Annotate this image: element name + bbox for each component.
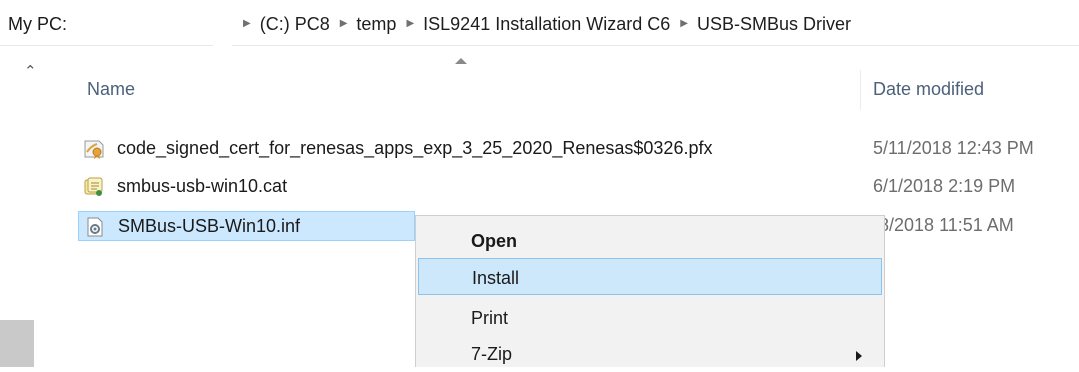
file-name: SMBus-USB-Win10.inf bbox=[118, 216, 301, 236]
submenu-arrow-icon bbox=[856, 351, 862, 361]
menu-item-label: Print bbox=[471, 308, 509, 328]
setup-information-icon bbox=[87, 217, 103, 237]
sort-ascending-icon bbox=[455, 58, 467, 64]
chevron-right-icon[interactable]: ▶ bbox=[243, 18, 251, 29]
column-header-name[interactable]: Name bbox=[87, 79, 135, 100]
security-catalog-icon bbox=[84, 177, 103, 196]
chevron-right-icon[interactable]: ▶ bbox=[680, 18, 688, 29]
divider bbox=[232, 45, 1079, 46]
menu-item-label: Install bbox=[472, 268, 520, 288]
context-menu: Open Install Print 7-Zip bbox=[415, 215, 885, 367]
breadcrumb-item-temp[interactable]: temp bbox=[356, 14, 396, 35]
chevron-right-icon[interactable]: ▶ bbox=[340, 18, 348, 29]
file-row-selected[interactable]: SMBus-USB-Win10.inf bbox=[78, 211, 415, 241]
address-bar: My PC: ▶ (C:) PC8 ▶ temp ▶ ISL9241 Insta… bbox=[0, 0, 1079, 56]
breadcrumb-item-driver[interactable]: USB-SMBus Driver bbox=[697, 14, 851, 35]
breadcrumb: ▶ (C:) PC8 ▶ temp ▶ ISL9241 Installation… bbox=[243, 14, 851, 35]
divider bbox=[0, 45, 213, 46]
scrollbar-thumb[interactable] bbox=[0, 320, 34, 367]
chevron-up-icon[interactable]: ⌃ bbox=[24, 62, 37, 80]
menu-item-label: 7-Zip bbox=[471, 344, 513, 364]
root-location-label[interactable]: My PC: bbox=[8, 14, 67, 35]
file-name: smbus-usb-win10.cat bbox=[117, 176, 288, 196]
file-row[interactable]: smbus-usb-win10.cat 6/1/2018 2:19 PM bbox=[78, 172, 1079, 202]
breadcrumb-item-drive[interactable]: (C:) PC8 bbox=[260, 14, 330, 35]
column-header-date-modified[interactable]: Date modified bbox=[873, 79, 984, 100]
chevron-right-icon[interactable]: ▶ bbox=[406, 18, 414, 29]
menu-item-7zip[interactable]: 7-Zip bbox=[418, 335, 882, 372]
file-date-modified: 6/1/2018 2:19 PM bbox=[873, 176, 1016, 196]
file-date-modified: 5/11/2018 12:43 PM bbox=[873, 138, 1034, 158]
menu-item-install[interactable]: Install bbox=[418, 258, 882, 295]
column-divider[interactable] bbox=[860, 70, 861, 110]
menu-item-print[interactable]: Print bbox=[418, 299, 882, 336]
file-name: code_signed_cert_for_renesas_apps_exp_3_… bbox=[117, 138, 713, 158]
menu-item-label: Open bbox=[471, 231, 518, 251]
breadcrumb-item-wizard[interactable]: ISL9241 Installation Wizard C6 bbox=[423, 14, 670, 35]
menu-item-open[interactable]: Open bbox=[418, 222, 882, 259]
file-date-modified: /18/2018 11:51 AM bbox=[864, 215, 1014, 235]
certificate-icon bbox=[84, 140, 104, 159]
file-row[interactable]: code_signed_cert_for_renesas_apps_exp_3_… bbox=[78, 134, 1079, 164]
